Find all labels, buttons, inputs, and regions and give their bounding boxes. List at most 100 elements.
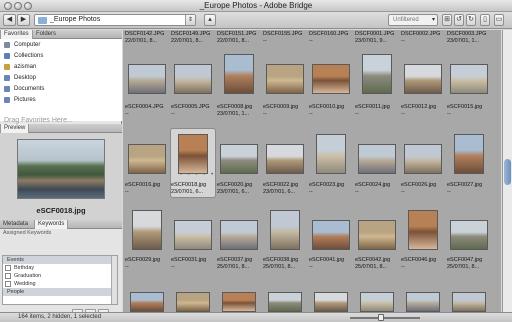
thumbnail-cell[interactable]: eSCF0038.jpg 25/07/01, 8... [263, 257, 309, 273]
thumbnail-image[interactable] [178, 134, 208, 174]
thumbnail-cell[interactable]: DSCF0142.JPG 22/07/01, 8... [125, 30, 171, 46]
thumbnail-cell[interactable]: eSCF0024.jpg -- [355, 182, 401, 198]
keyword-checkbox[interactable] [5, 281, 11, 287]
thumbnail-image[interactable] [266, 144, 304, 174]
thumbnail-cell[interactable]: DSCF0002.JPG -- [401, 30, 447, 46]
thumbnail-image[interactable] [404, 144, 442, 174]
filter-dropdown[interactable]: Unfiltered ▾ [388, 14, 438, 26]
keyword-checkbox[interactable] [5, 273, 11, 279]
keyword-wedding[interactable]: Wedding [3, 280, 111, 288]
thumbnail-image[interactable] [408, 210, 438, 250]
thumbnail-image[interactable] [312, 64, 350, 94]
keyword-category-events[interactable]: Events [3, 256, 111, 264]
tab-favorites[interactable]: Favorites [0, 30, 33, 39]
thumbnail-image[interactable] [404, 64, 442, 94]
thumbnail-image[interactable] [224, 54, 254, 94]
thumbnail-image[interactable] [358, 220, 396, 250]
tab-preview[interactable]: Preview [0, 124, 30, 133]
thumbnail-cell[interactable]: eSCF0011.jpg -- [355, 104, 401, 120]
forward-button[interactable]: ▶ [17, 14, 30, 26]
thumbnail-image[interactable] [128, 144, 166, 174]
thumbnail-cell[interactable]: eSCF0037.jpg 25/07/01, 8... [217, 257, 263, 273]
thumbnail-cell[interactable]: eSCF0026.jpg -- [401, 182, 447, 198]
thumbnail-cell[interactable]: eSCF0022.jpg 23/07/01, 6... [263, 182, 309, 198]
thumbnail-filename: eSCF0023.jpg [309, 182, 345, 188]
thumbnail-image[interactable] [312, 220, 350, 250]
new-folder-button[interactable]: ⊞ [442, 14, 452, 26]
thumbnail-cell[interactable]: eSCF0046.jpg -- [401, 257, 447, 273]
thumbnail-cell[interactable]: eSCF0018.jpg 23/07/01, 6... [171, 182, 217, 198]
thumbnail-image[interactable] [270, 210, 300, 250]
slider-knob[interactable] [378, 314, 384, 321]
thumbnail-image[interactable] [452, 292, 486, 312]
thumbnail-cell[interactable]: eSCF0015.jpg -- [447, 104, 493, 120]
thumbnail-cell[interactable]: eSCF0016.jpg -- [125, 182, 171, 198]
view-toggle-button[interactable]: ▭ [494, 14, 504, 26]
thumbnail-image[interactable] [454, 134, 484, 174]
thumbnail-image[interactable] [130, 292, 164, 312]
tab-metadata[interactable]: Metadata [0, 220, 31, 229]
up-folder-button[interactable]: ▴ [204, 14, 216, 26]
thumbnail-cell[interactable]: eSCF0020.jpg 23/07/01, 6... [217, 182, 263, 198]
thumbnail-cell[interactable]: eSCF0012.jpg -- [401, 104, 447, 120]
thumbnail-image[interactable] [314, 292, 348, 312]
scrollbar-thumb[interactable] [504, 159, 511, 185]
thumbnail-image[interactable] [450, 64, 488, 94]
thumbnail-date: 23/07/01, 1... [217, 111, 250, 117]
thumbnail-image[interactable] [266, 64, 304, 94]
thumbnail-image[interactable] [132, 210, 162, 250]
thumbnail-cell[interactable]: eSCF0010.jpg -- [309, 104, 355, 120]
thumbnail-image[interactable] [222, 292, 256, 312]
thumbnail-cell[interactable]: DSCF0003.JPG 23/07/01, 1... [447, 30, 493, 46]
thumbnail-filename: eSCF0010.jpg [309, 104, 345, 110]
thumbnail-cell[interactable]: eSCF0042.jpg 25/07/01, 8... [355, 257, 401, 273]
keywords-scrollbar[interactable] [111, 256, 117, 304]
thumbnail-cell[interactable]: eSCF0029.jpg -- [125, 257, 171, 273]
back-button[interactable]: ◀ [3, 14, 16, 26]
thumbnail-cell[interactable]: eSCF0023.jpg -- [309, 182, 355, 198]
keyword-checkbox[interactable] [5, 265, 11, 271]
thumbnail-image[interactable] [406, 292, 440, 312]
thumbnail-cell[interactable]: DSCF0155.JPG -- [263, 30, 309, 46]
thumbnail-image[interactable] [316, 134, 346, 174]
thumbnail-filename: DSCF0001.JPG [355, 31, 395, 37]
thumbnail-image[interactable] [362, 54, 392, 94]
thumbnail-image[interactable] [128, 64, 166, 94]
thumbnail-image[interactable] [358, 144, 396, 174]
thumbnail-cell[interactable]: DSCF0160.JPG -- [309, 30, 355, 46]
rotate-left-button[interactable]: ↺ [454, 14, 464, 26]
thumbnail-filename: eSCF0008.jpg [217, 104, 253, 110]
path-dropdown[interactable]: _Europe Photos ⇕ [34, 14, 196, 26]
thumbnail-image[interactable] [360, 292, 394, 312]
thumbnail-image[interactable] [268, 292, 302, 312]
thumbnail-cell[interactable]: eSCF0041.jpg -- [309, 257, 355, 273]
thumbnail-cell[interactable]: eSCF0004.JPG -- [125, 104, 171, 120]
thumbnail-image[interactable] [220, 144, 258, 174]
rotate-right-button[interactable]: ↻ [466, 14, 476, 26]
thumbnail-image[interactable] [176, 292, 210, 312]
thumbnail-cell[interactable]: eSCF0005.JPG -- [171, 104, 217, 120]
thumbnail-cell[interactable]: DSCF0001.JPG 23/07/01, 9... [355, 30, 401, 46]
folder-icon [38, 17, 47, 24]
thumbnail-cell[interactable]: eSCF0009.jpg -- [263, 104, 309, 120]
thumbnail-image[interactable] [450, 220, 488, 250]
thumbnail-image[interactable] [174, 64, 212, 94]
thumbnail-cell[interactable]: eSCF0047.jpg 25/07/01, 8... [447, 257, 493, 273]
thumbnail-cell[interactable]: eSCF0008.jpg 23/07/01, 1... [217, 104, 263, 120]
keyword-category-people[interactable]: People [3, 288, 111, 296]
thumbnail-size-slider[interactable] [350, 317, 420, 319]
thumbnail-cell[interactable]: eSCF0027.jpg -- [447, 182, 493, 198]
thumbnail-date: -- [309, 38, 313, 44]
tab-keywords[interactable]: Keywords [34, 220, 69, 229]
thumbnail-cell[interactable]: DSCF0151.JPG 22/07/01, 8... [217, 30, 263, 46]
thumbnail-image[interactable] [220, 220, 258, 250]
thumbnail-cell[interactable]: eSCF0031.jpg -- [171, 257, 217, 273]
tab-folders[interactable]: Folders [33, 30, 59, 39]
keyword-graduation[interactable]: Graduation [3, 272, 111, 280]
delete-button[interactable]: ▯ [480, 14, 490, 26]
thumbnail-image[interactable] [174, 220, 212, 250]
rotate-right-icon: ↻ [468, 16, 474, 23]
keyword-birthday[interactable]: Birthday [3, 264, 111, 272]
grid-scrollbar[interactable] [502, 30, 512, 312]
thumbnail-cell[interactable]: DSCF0149.JPG 22/07/01, 8... [171, 30, 217, 46]
